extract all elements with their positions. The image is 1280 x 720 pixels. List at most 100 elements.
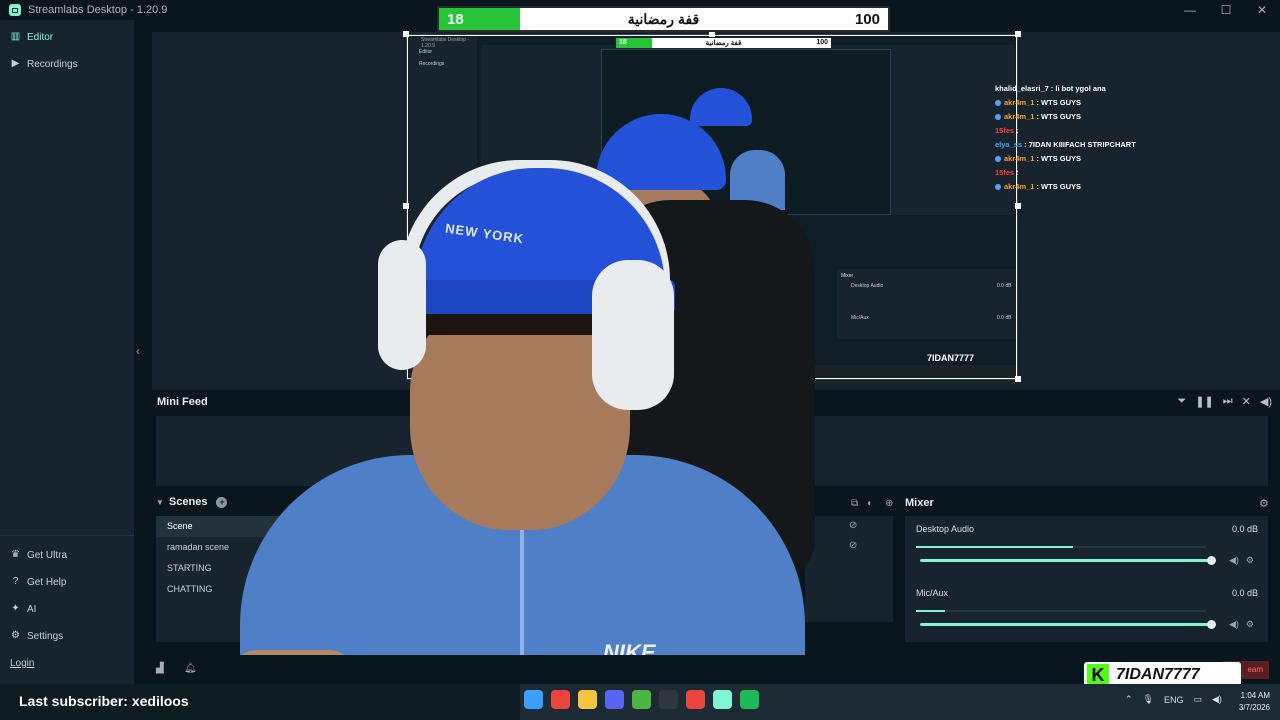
nested-goal-target: 100 [816, 39, 828, 46]
recordings-icon: ▶ [11, 58, 20, 69]
chat-text: : li bot ygol ana [1050, 84, 1106, 93]
resize-handle[interactable] [403, 31, 409, 37]
discord-icon[interactable] [605, 690, 624, 709]
nested-goal-bar: 18 قفة رمضانية 100 [615, 37, 832, 49]
sources-list: ⊘ ⊘ [805, 516, 893, 622]
mixer-channel-name: Desktop Audio [916, 524, 975, 534]
chat-text: : WTS GUYS [1036, 182, 1082, 191]
mixer-title: Mixer [905, 497, 934, 509]
volume-icon[interactable]: ◀) [1260, 395, 1272, 408]
gear-icon[interactable]: ⚙ [1246, 555, 1254, 566]
chat-text: : WTS GUYS [1036, 98, 1082, 107]
volume-icon[interactable]: ◀) [1229, 619, 1239, 630]
system-clock[interactable]: 1:04 AM 3/7/2026 [1232, 690, 1270, 714]
close-icon[interactable]: ✕ [1244, 0, 1280, 20]
skip-icon[interactable]: ⏭ [1223, 395, 1233, 408]
sidebar-item-ai[interactable]: ✦ AI [10, 601, 36, 617]
sidebar-item-label: Get Ultra [27, 549, 68, 561]
obs-icon[interactable] [659, 690, 678, 709]
webcam-headphone-right [592, 260, 674, 410]
resize-handle[interactable] [1015, 203, 1021, 209]
mixer-channel-db: 0.0 dB [1231, 524, 1258, 534]
source-filter-icon[interactable]: ⧉ [851, 498, 858, 509]
sidebar-item-recordings[interactable]: ▶ Recordings [10, 56, 78, 72]
goal-target: 100 [854, 11, 880, 28]
chrome-icon[interactable] [551, 690, 570, 709]
chevron-down-icon[interactable]: ▼ [156, 498, 164, 507]
mixer-volume-slider[interactable] [920, 620, 1216, 629]
chat-message: 15fes: [995, 124, 1195, 138]
language-indicator[interactable]: ENG [1164, 695, 1184, 705]
filter-icon[interactable]: ⏷ [1178, 395, 1187, 408]
add-scene-icon[interactable]: + [216, 496, 228, 508]
visibility-icon[interactable]: ⊘ [849, 520, 857, 531]
webcam-headphone-left [378, 240, 426, 370]
chat-badge-icon [995, 100, 1001, 106]
collapse-arrow-icon[interactable]: ‹ [136, 344, 140, 358]
maximize-icon[interactable]: ☐ [1208, 0, 1244, 20]
network-icon[interactable]: ▭ [1194, 694, 1203, 705]
chat-username: elya_ss [995, 140, 1023, 149]
mixer-level-meter [916, 610, 1206, 612]
sidebar-item-label: Editor [27, 31, 54, 43]
windows-start-icon[interactable] [524, 690, 543, 709]
mixer-channel-controls: ◀) ⚙ [1229, 555, 1254, 566]
editor-icon: ▥ [10, 31, 21, 42]
app-window: Streamlabs Desktop - 1.20.9 — ☐ ✕ ▥ Edit… [0, 0, 1280, 720]
resize-handle[interactable] [403, 203, 409, 209]
source-audio-icon[interactable]: ◖ [866, 498, 872, 509]
mixer-volume-slider[interactable] [920, 556, 1216, 565]
login-link[interactable]: Login [10, 658, 34, 669]
slider-knob[interactable] [1207, 556, 1216, 565]
spotify-icon[interactable] [740, 690, 759, 709]
resize-handle[interactable] [1015, 31, 1021, 37]
goal-current: 18 [447, 11, 464, 28]
sidebar-divider [0, 535, 134, 536]
pause-icon[interactable]: ❚❚ [1195, 395, 1213, 408]
nested-goal-title: قفة رمضانية [705, 40, 742, 47]
taskbar-apps [524, 690, 759, 709]
gear-icon[interactable]: ⚙ [1246, 619, 1254, 630]
chat-text: : WTS GUYS [1036, 112, 1082, 121]
chat-text: : 7IDAN KIIIFACH STRIPCHART [1024, 140, 1136, 149]
sidebar-item-get-ultra[interactable]: ♛ Get Ultra [10, 547, 67, 563]
chrome-icon-2[interactable] [686, 690, 705, 709]
volume-icon[interactable]: ◀) [1229, 555, 1239, 566]
mini-feed-title: Mini Feed [157, 396, 208, 408]
microphone-icon[interactable]: 🎙︎ [1143, 694, 1154, 705]
add-source-icon[interactable]: ⊕ [885, 498, 893, 509]
utorrent-icon[interactable] [632, 690, 651, 709]
mini-feed-controls: ⏷ ❚❚ ⏭ ✕ ◀) [1178, 395, 1273, 408]
sidebar-item-label: AI [27, 603, 37, 615]
chat-badge-icon [995, 184, 1001, 190]
streamlabs-icon[interactable] [713, 690, 732, 709]
file-explorer-icon[interactable] [578, 690, 597, 709]
help-icon: ? [12, 576, 19, 587]
chat-text: : [1016, 126, 1019, 135]
window-controls: — ☐ ✕ [1172, 0, 1280, 20]
mixer-settings-icon[interactable]: ⚙ [1259, 497, 1269, 510]
mixer-channel-name: Mic/Aux [916, 588, 949, 598]
last-subscriber-text: Last subscriber: xediloos [19, 693, 189, 709]
slider-knob[interactable] [1207, 620, 1216, 629]
sidebar: ▥ Editor ▶ Recordings ♛ Get Ultra ? Get … [0, 20, 134, 684]
visibility-icon[interactable]: ⊘ [849, 540, 857, 551]
clock-date: 3/7/2026 [1238, 703, 1270, 712]
gear-icon: ⚙ [11, 630, 20, 641]
chat-message: akr4m_1: WTS GUYS [995, 110, 1195, 124]
chat-text: : WTS GUYS [1036, 154, 1082, 163]
sidebar-item-get-help[interactable]: ? Get Help [10, 574, 67, 590]
chat-overlay: khalid_elasri_7: li bot ygol ana akr4m_1:… [995, 82, 1195, 194]
sidebar-item-settings[interactable]: ⚙ Settings [10, 628, 63, 644]
notifications-icon[interactable]: 🔔︎ [184, 663, 197, 674]
sidebar-item-editor[interactable]: ▥ Editor [10, 29, 53, 45]
minimize-icon[interactable]: — [1172, 0, 1208, 20]
speaker-icon[interactable]: ◀) [1212, 694, 1222, 705]
resize-handle[interactable] [1015, 376, 1021, 382]
chat-username: akr4m_1 [1004, 112, 1035, 121]
sidebar-item-label: Get Help [27, 576, 67, 588]
chat-message: akr4m_1: WTS GUYS [995, 180, 1195, 194]
tray-overflow-icon[interactable]: ⌃ [1125, 694, 1133, 705]
stats-icon[interactable]: ▟ [156, 663, 164, 674]
mute-alerts-icon[interactable]: ✕ [1242, 395, 1251, 408]
